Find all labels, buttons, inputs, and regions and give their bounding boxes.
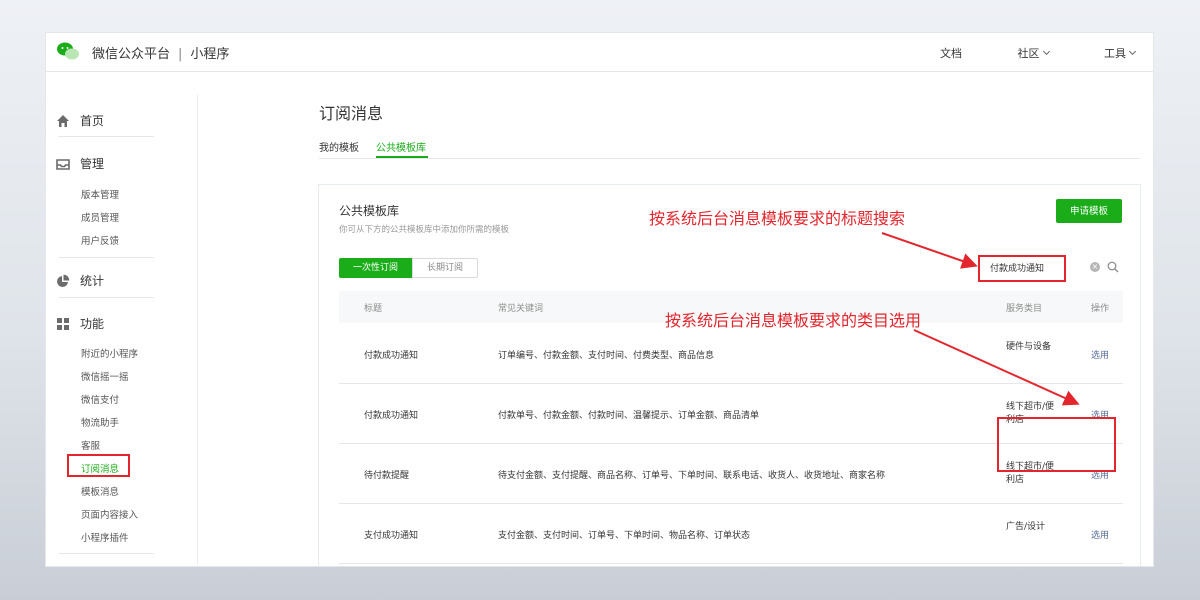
arrow-to-category (913, 329, 1080, 406)
annotation-arrows (881, 232, 1080, 406)
app-window: 微信公众平台 | 小程序 文档 社区 工具 首页 管理 版本管理 成员管理 用户反馈… (46, 33, 1153, 566)
arrow-to-search (881, 232, 978, 269)
